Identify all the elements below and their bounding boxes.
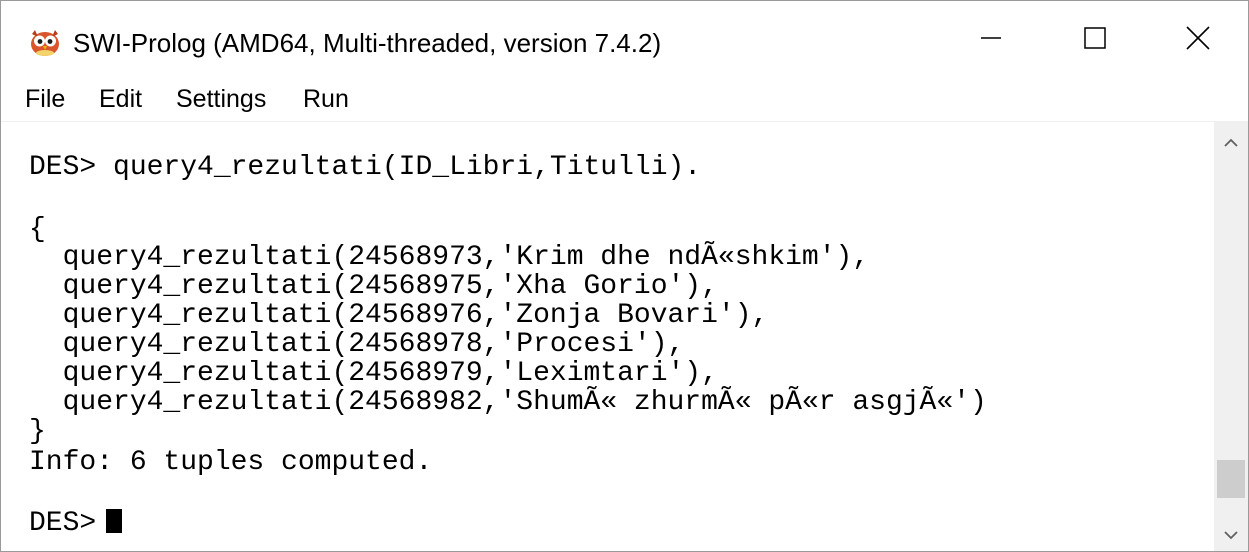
- console-output[interactable]: DES> query4_rezultati(ID_Libri,Titulli).…: [1, 122, 1214, 551]
- window-title: SWI-Prolog (AMD64, Multi-threaded, versi…: [73, 28, 662, 58]
- text-cursor: [106, 509, 123, 533]
- prompt-text: DES>: [29, 508, 97, 539]
- console-line: DES> query4_rezultati(ID_Libri,Titulli).: [29, 152, 702, 183]
- menu-file[interactable]: File: [25, 83, 65, 115]
- vertical-scrollbar[interactable]: [1214, 122, 1248, 551]
- scroll-down-arrow-icon: [1223, 527, 1239, 548]
- title-bar[interactable]: SWI-Prolog (AMD64, Multi-threaded, versi…: [1, 1, 1248, 79]
- maximize-button[interactable]: [1043, 1, 1147, 79]
- menu-bar: File Edit Settings Run: [1, 79, 1248, 122]
- console-line: query4_rezultati(24568975,'Xha Gorio'),: [29, 271, 718, 302]
- console-line: query4_rezultati(24568978,'Procesi'),: [29, 329, 685, 360]
- owl-icon: [29, 27, 61, 57]
- menu-settings[interactable]: Settings: [176, 83, 266, 115]
- scroll-down-button[interactable]: [1214, 520, 1248, 551]
- scroll-thumb[interactable]: [1217, 460, 1245, 498]
- console-line: query4_rezultati(24568982,'ShumÃ« zhurmÃ…: [29, 387, 987, 418]
- menu-edit[interactable]: Edit: [99, 83, 142, 115]
- console-line: query4_rezultati(24568979,'Leximtari'),: [29, 358, 718, 389]
- app-window: SWI-Prolog (AMD64, Multi-threaded, versi…: [0, 0, 1249, 552]
- scroll-up-button[interactable]: [1214, 128, 1248, 162]
- close-icon: [1185, 25, 1211, 56]
- console-line: query4_rezultati(24568973,'Krim dhe ndÃ«…: [29, 242, 870, 273]
- close-button[interactable]: [1146, 1, 1248, 79]
- menu-run[interactable]: Run: [303, 83, 349, 115]
- minimize-button[interactable]: [939, 1, 1043, 79]
- console-line: query4_rezultati(24568976,'Zonja Bovari'…: [29, 300, 769, 331]
- maximize-icon: [1083, 26, 1107, 55]
- console-line: }: [29, 416, 46, 447]
- console-line: {: [29, 214, 46, 245]
- prompt-line[interactable]: DES>: [29, 508, 123, 539]
- scroll-up-arrow-icon: [1223, 135, 1239, 156]
- minimize-icon: [979, 26, 1003, 55]
- console-line: Info: 6 tuples computed.: [29, 447, 433, 478]
